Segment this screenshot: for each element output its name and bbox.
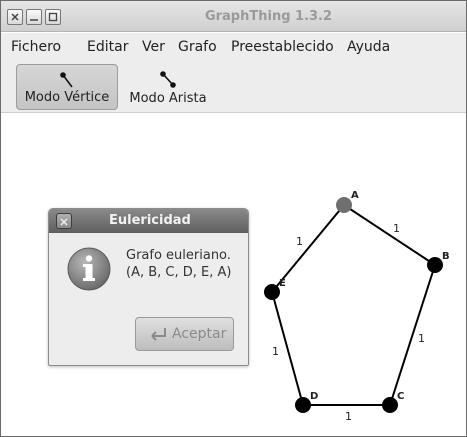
info-icon (67, 247, 111, 291)
dialog-message-line-2: (A, B, C, D, E, A) (126, 265, 232, 280)
vertex-label-b: B (442, 251, 450, 262)
edge-a-b[interactable] (343, 204, 436, 266)
vertex-label-c: C (397, 391, 404, 402)
edge-weight-b-c: 1 (418, 332, 425, 345)
edge-b-c[interactable] (389, 264, 436, 406)
return-arrow-icon (151, 328, 166, 341)
dialog-message-line-1: Grafo euleriano. (126, 248, 231, 263)
edge-weight-d-e: 1 (272, 345, 279, 358)
accept-button[interactable]: Aceptar (135, 317, 234, 351)
close-icon (60, 218, 68, 226)
vertex-c[interactable] (382, 397, 398, 413)
vertex-label-d: D (310, 391, 318, 402)
dialog-title: Eulericidad (109, 213, 191, 228)
edge-weight-e-a: 1 (296, 235, 303, 248)
app-window: GraphThing 1.3.2 Fichero Editar Ver Graf… (0, 0, 467, 437)
dialog-close-button[interactable] (56, 213, 72, 229)
vertex-b[interactable] (427, 257, 443, 273)
vertex-label-a: A (351, 190, 359, 201)
dialog-message: Grafo euleriano. (A, B, C, D, E, A) (126, 247, 231, 281)
accept-button-label: Aceptar (172, 326, 227, 342)
edge-weight-c-d: 1 (345, 410, 352, 423)
vertex-e[interactable] (264, 284, 280, 300)
vertex-d[interactable] (295, 397, 311, 413)
dialog-title-bar[interactable]: Eulericidad (49, 209, 248, 233)
vertex-a[interactable] (336, 197, 352, 213)
edge-weight-a-b: 1 (393, 222, 400, 235)
euler-dialog: Eulericidad Grafo euleriano. (A, B, C, D… (48, 208, 249, 366)
vertex-label-e: E (279, 278, 286, 289)
